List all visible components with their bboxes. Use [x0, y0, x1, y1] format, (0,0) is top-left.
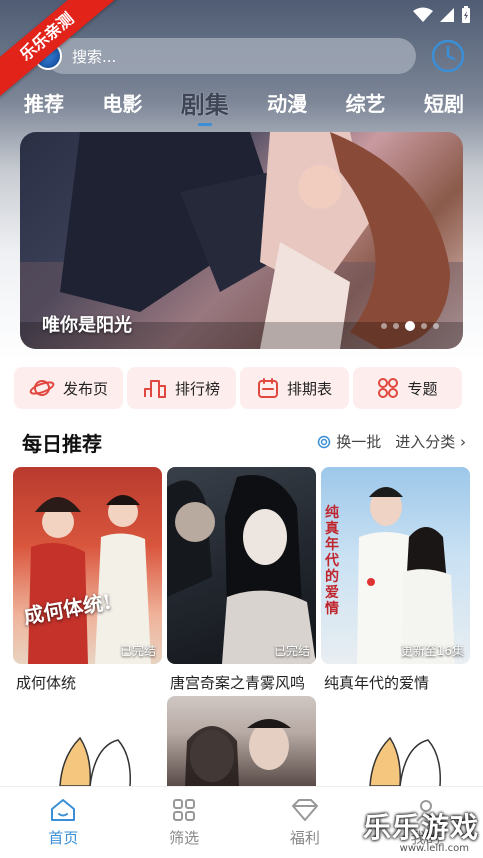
- placeholder-image: [369, 736, 441, 786]
- poster-artwork: [357, 487, 455, 664]
- poster-caption: 纯真年代的爱情: [325, 505, 339, 617]
- pagination-dot[interactable]: [433, 323, 439, 329]
- pagination-dot[interactable]: [393, 323, 399, 329]
- history-button[interactable]: [430, 38, 466, 74]
- poster-artwork: [28, 495, 151, 664]
- refresh-button[interactable]: 换一批: [317, 431, 381, 452]
- quick-link-label: 排期表: [286, 379, 332, 398]
- nav-filter[interactable]: 筛选: [127, 787, 242, 858]
- search-input[interactable]: 搜索...: [46, 38, 416, 74]
- podium-icon: [143, 380, 166, 398]
- watermark: 乐乐游戏: [362, 811, 479, 844]
- tab-movies[interactable]: 电影: [102, 88, 142, 117]
- poster: 已完结: [167, 467, 316, 664]
- search-row: 搜索...: [22, 38, 468, 74]
- nav-label: 筛选: [169, 829, 200, 847]
- calendar-icon: [257, 378, 278, 398]
- tab-series[interactable]: 剧集: [180, 85, 229, 126]
- poster: 成何体统! 已完结: [13, 467, 162, 664]
- search-placeholder: 搜索...: [72, 47, 117, 66]
- clock-icon: [431, 39, 465, 73]
- grid-circles-icon: [378, 378, 399, 398]
- quick-link-label: 专题: [407, 379, 438, 398]
- refresh-label: 换一批: [336, 433, 382, 451]
- status-badge: 已完结: [119, 644, 156, 658]
- grid-icon: [173, 799, 196, 821]
- pagination-dot[interactable]: [381, 323, 387, 329]
- banner-pagination: [381, 321, 439, 331]
- section-title: 每日推荐: [22, 432, 102, 456]
- poster[interactable]: [167, 696, 316, 786]
- home-icon: [51, 799, 76, 821]
- tab-anime[interactable]: 动漫: [267, 88, 307, 117]
- battery-icon: [462, 6, 470, 23]
- card-title: 成何体统: [16, 674, 77, 692]
- active-tab-indicator: [197, 122, 212, 126]
- category-tabs: 推荐 电影 剧集 动漫 综艺 短剧: [24, 82, 464, 126]
- poster: 纯真年代的爱情 更新至16集: [321, 467, 470, 664]
- banner-title: 唯你是阳光: [42, 315, 132, 336]
- recommend-list: 成何体统! 已完结 成何体统 已完结 唐宫奇案之青雾风鸣 纯真年代的爱情 更新至…: [13, 467, 470, 699]
- quick-link-label: 发布页: [62, 379, 108, 398]
- quick-link-topics[interactable]: 专题: [353, 367, 462, 409]
- card-title: 唐宫奇案之青雾风鸣: [170, 674, 306, 692]
- refresh-icon: [317, 435, 331, 448]
- tab-short-drama[interactable]: 短剧: [424, 88, 464, 117]
- signal-icon: [440, 8, 454, 22]
- nav-label: 福利: [289, 829, 320, 847]
- quick-link-label: 排行榜: [174, 379, 220, 398]
- pagination-dot-active[interactable]: [405, 321, 415, 331]
- daily-recommend-header: 每日推荐 换一批 进入分类 ›: [22, 426, 466, 456]
- poster-artwork: [167, 475, 316, 664]
- tab-series-label: 剧集: [180, 90, 229, 119]
- quick-links: 发布页 排行榜 排期表 专题: [14, 367, 462, 409]
- tab-variety[interactable]: 综艺: [346, 88, 386, 117]
- list-item[interactable]: 已完结 唐宫奇案之青雾风鸣: [167, 467, 316, 699]
- chevron-right-icon: ›: [460, 433, 466, 451]
- wifi-icon: [413, 7, 433, 22]
- diamond-icon: [291, 799, 318, 821]
- more-category-link[interactable]: 进入分类 ›: [395, 431, 466, 452]
- quick-link-ranking[interactable]: 排行榜: [127, 367, 236, 409]
- nav-home[interactable]: 首页: [6, 787, 121, 858]
- status-badge: 已完结: [273, 644, 310, 658]
- list-item[interactable]: 纯真年代的爱情 更新至16集 纯真年代的爱情: [321, 467, 470, 699]
- card-title: 纯真年代的爱情: [324, 674, 430, 692]
- quick-link-schedule[interactable]: 排期表: [240, 367, 349, 409]
- pagination-dot[interactable]: [421, 323, 427, 329]
- more-label: 进入分类: [395, 433, 456, 451]
- poster-artwork: [185, 719, 291, 786]
- watermark-url: www.lelfl.com: [399, 843, 469, 854]
- nav-label: 首页: [48, 829, 79, 847]
- quick-link-publish[interactable]: 发布页: [14, 367, 123, 409]
- recommend-list-row-2: [0, 696, 483, 786]
- planet-icon: [29, 380, 55, 396]
- nav-benefits[interactable]: 福利: [248, 787, 363, 858]
- placeholder-image: [59, 736, 131, 786]
- status-badge: 更新至16集: [400, 644, 464, 658]
- featured-banner[interactable]: 唯你是阳光: [20, 132, 463, 349]
- tab-recommend[interactable]: 推荐: [24, 88, 64, 117]
- list-item[interactable]: 成何体统! 已完结 成何体统: [13, 467, 162, 699]
